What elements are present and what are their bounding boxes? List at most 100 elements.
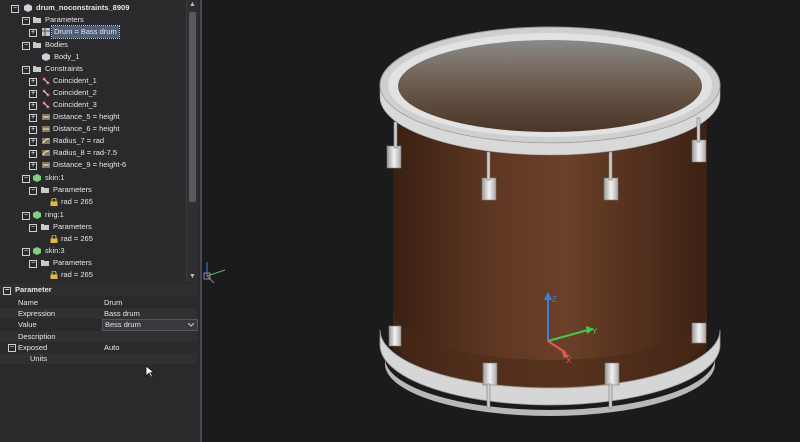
collapse-toggle[interactable]: −: [8, 344, 16, 352]
drum-head[interactable]: [398, 40, 702, 132]
drum-model[interactable]: Z Y X: [202, 0, 800, 442]
tree-scrollbar[interactable]: ▲ ▼: [186, 0, 198, 282]
tree-label: Radius_7 = rad: [53, 136, 105, 145]
distance-icon: [42, 126, 50, 132]
scroll-up-icon[interactable]: ▲: [187, 0, 198, 10]
radius-icon: [42, 150, 50, 156]
x-axis-label: X: [566, 356, 572, 365]
expand-toggle[interactable]: +: [29, 162, 37, 170]
3d-viewport[interactable]: Z Y X: [202, 0, 800, 442]
folder-icon: [33, 42, 41, 48]
folder-icon: [33, 66, 41, 72]
tree-item-constraint[interactable]: + Distance_6 = height: [0, 123, 186, 135]
dropdown-value: Bess drum: [105, 320, 141, 329]
coincident-icon: [42, 77, 50, 85]
expand-toggle[interactable]: +: [29, 138, 37, 146]
collapse-toggle[interactable]: −: [22, 212, 30, 220]
scroll-thumb[interactable]: [189, 12, 196, 202]
properties-title: Parameter: [15, 285, 52, 294]
tree-item-param[interactable]: rad = 265: [0, 269, 186, 281]
collapse-toggle[interactable]: −: [29, 187, 37, 195]
collapse-toggle[interactable]: −: [29, 260, 37, 268]
lock-icon: [50, 271, 58, 279]
tree-item-param[interactable]: rad = 265: [0, 196, 186, 208]
tree-item-constraint[interactable]: + Coincident_1: [0, 75, 186, 87]
collapse-toggle[interactable]: −: [22, 17, 30, 25]
properties-panel: − Parameter Name Drum Expression Bass dr…: [0, 284, 198, 442]
tree-item-parameters[interactable]: − Parameters: [0, 184, 186, 196]
expand-toggle[interactable]: +: [29, 102, 37, 110]
property-row-expression[interactable]: Expression Bass drum: [0, 308, 197, 319]
solid-body-icon: [42, 53, 50, 61]
collapse-toggle[interactable]: −: [22, 175, 30, 183]
tree-label: Parameters: [53, 222, 92, 231]
tree-label: ring:1: [45, 210, 64, 219]
tree-label: Parameters: [45, 15, 84, 24]
tree-item-constraint[interactable]: + Distance_5 = height: [0, 111, 186, 123]
collapse-toggle[interactable]: −: [22, 66, 30, 74]
property-key: Units: [30, 354, 48, 363]
property-key: Description: [18, 332, 56, 341]
coincident-icon: [42, 89, 50, 97]
tree-label: Radius_8 = rad-7.5: [53, 148, 117, 157]
tree-item-param[interactable]: rad = 265: [0, 233, 186, 245]
folder-icon: [41, 187, 49, 193]
tree-label: rad = 265: [61, 234, 93, 243]
chevron-down-icon: [188, 323, 194, 327]
value-dropdown[interactable]: Bess drum: [102, 319, 198, 331]
property-row-name[interactable]: Name Drum: [0, 297, 197, 308]
component-icon: [33, 174, 41, 182]
tree-item-constraints[interactable]: − Constraints: [0, 63, 186, 75]
collapse-toggle[interactable]: −: [11, 5, 19, 13]
property-value: Drum: [104, 298, 123, 307]
tree-label: Distance_6 = height: [53, 124, 120, 133]
tree-item-parameters[interactable]: − Parameters: [0, 257, 186, 269]
tree-item-constraint[interactable]: + Distance_9 = height-6: [0, 159, 186, 171]
tree-item-bodies[interactable]: − Bodies: [0, 39, 186, 51]
tree-label: skin:1: [45, 173, 65, 182]
tree-label: rad = 265: [61, 197, 93, 206]
expand-toggle[interactable]: +: [29, 114, 37, 122]
tree-label: Parameters: [53, 258, 92, 267]
tree-item-constraint[interactable]: + Radius_8 = rad-7.5: [0, 147, 186, 159]
distance-icon: [42, 162, 50, 168]
property-row-description[interactable]: Description: [0, 331, 197, 342]
tree-item-constraint[interactable]: + Coincident_3: [0, 99, 186, 111]
collapse-toggle[interactable]: −: [3, 287, 11, 295]
tree-item-ring1[interactable]: − ring:1: [0, 209, 186, 221]
tree-item-constraint[interactable]: + Radius_7 = rad: [0, 135, 186, 147]
property-value: Auto: [104, 343, 120, 352]
property-row-units[interactable]: Units: [0, 353, 197, 364]
expand-toggle[interactable]: +: [29, 126, 37, 134]
tree-item-parameters[interactable]: − Parameters: [0, 14, 186, 26]
expand-toggle[interactable]: +: [29, 29, 37, 37]
tree-item-parameters[interactable]: − Parameters: [0, 221, 186, 233]
collapse-toggle[interactable]: −: [22, 248, 30, 256]
distance-icon: [42, 114, 50, 120]
tree-label: Constraints: [45, 64, 83, 73]
property-row-exposed[interactable]: − Exposed Auto: [0, 342, 197, 353]
properties-header[interactable]: − Parameter: [0, 284, 197, 296]
collapse-toggle[interactable]: −: [29, 224, 37, 232]
tree-item-skin3[interactable]: − skin:3: [0, 245, 186, 257]
property-key: Expression: [18, 309, 56, 318]
expand-toggle[interactable]: +: [29, 150, 37, 158]
z-axis-label: Z: [552, 295, 557, 304]
component-icon: [33, 211, 41, 219]
left-panel: − drum_noconstraints_8909 − Parameters +…: [0, 0, 202, 442]
property-key: Name: [18, 298, 39, 307]
expand-toggle[interactable]: +: [29, 90, 37, 98]
collapse-toggle[interactable]: −: [22, 42, 30, 50]
tree-item-body[interactable]: Body_1: [0, 51, 186, 63]
tree-item-skin1[interactable]: − skin:1: [0, 172, 186, 184]
scroll-down-icon[interactable]: ▼: [187, 272, 198, 282]
table-icon: [42, 28, 50, 36]
property-row-value[interactable]: Value Bess drum: [0, 319, 198, 331]
tree-item-constraint[interactable]: + Coincident_2: [0, 87, 186, 99]
tree-item-selected-param[interactable]: + Drum = Bass drum: [0, 25, 186, 39]
expand-toggle[interactable]: +: [29, 78, 37, 86]
property-key: Exposed: [18, 343, 48, 352]
tree-item-root[interactable]: − drum_noconstraints_8909: [0, 2, 186, 14]
tree-label: Distance_9 = height-6: [53, 160, 127, 169]
mouse-cursor-icon: [145, 365, 155, 378]
